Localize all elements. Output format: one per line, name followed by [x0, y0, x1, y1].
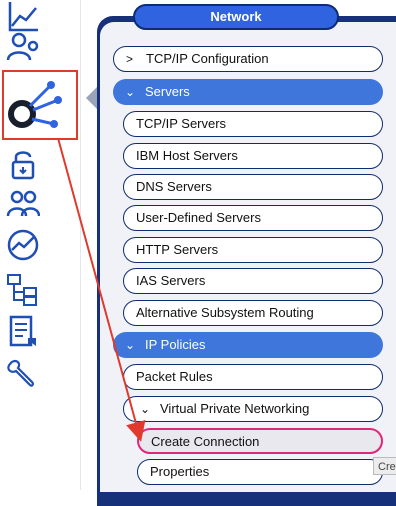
journal-icon[interactable] [6, 314, 40, 348]
menu-section-servers[interactable]: ⌄ Servers [113, 79, 383, 105]
network-icon[interactable] [6, 76, 66, 136]
chevron-down-icon: ⌄ [125, 85, 136, 99]
menu-item-packet-rules[interactable]: Packet Rules [123, 364, 383, 390]
performance-icon[interactable] [6, 228, 40, 262]
menu-item-virtual-private-networking[interactable]: ⌄ Virtual Private Networking [123, 396, 383, 422]
menu-item-ias-servers[interactable]: IAS Servers [123, 268, 383, 294]
chevron-right-icon: > [126, 52, 134, 66]
file-system-icon[interactable] [6, 272, 40, 306]
chevron-down-icon: ⌄ [125, 338, 136, 352]
tooltip: Cre [373, 457, 396, 475]
menu-section-ip-policies[interactable]: ⌄ IP Policies [113, 332, 383, 358]
menu-item-tcpip-configuration[interactable]: > TCP/IP Configuration [113, 46, 383, 72]
menu-item-properties[interactable]: Properties [137, 459, 383, 485]
menu-item-dns-servers[interactable]: DNS Servers [123, 174, 383, 200]
chevron-down-icon: ⌄ [140, 402, 151, 416]
chart-icon[interactable] [6, 0, 40, 34]
menu-item-create-connection[interactable]: Create Connection [137, 428, 383, 454]
menu-item-user-defined-servers[interactable]: User-Defined Servers [123, 205, 383, 231]
user-settings-icon[interactable] [6, 30, 40, 64]
menu-item-tcpip-servers[interactable]: TCP/IP Servers [123, 111, 383, 137]
menu-title: Network [133, 4, 339, 30]
menu-item-alternative-subsystem-routing[interactable]: Alternative Subsystem Routing [123, 300, 383, 326]
menu-item-ibm-host-servers[interactable]: IBM Host Servers [123, 143, 383, 169]
users-icon[interactable] [6, 188, 40, 222]
tools-icon[interactable] [6, 356, 40, 390]
menu-item-http-servers[interactable]: HTTP Servers [123, 237, 383, 263]
navigation-rail [0, 0, 81, 490]
lock-icon[interactable] [6, 148, 40, 182]
